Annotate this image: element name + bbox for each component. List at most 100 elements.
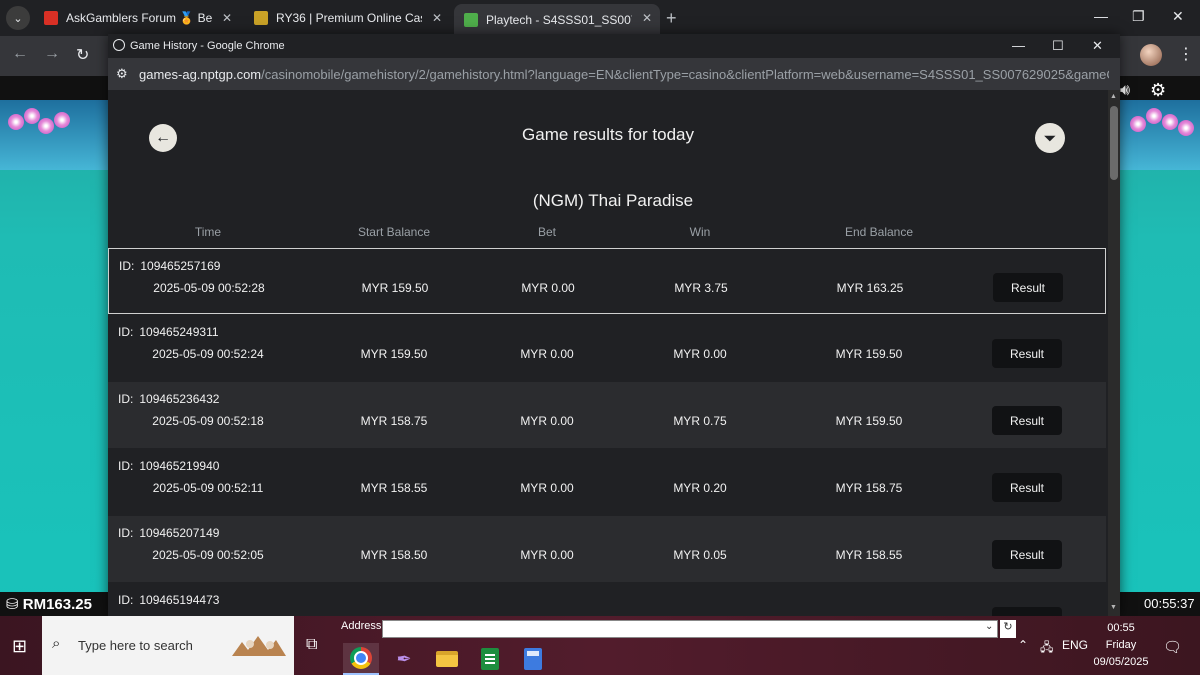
minimize-icon[interactable]: — <box>1094 8 1108 24</box>
column-header-end-balance: End Balance <box>844 225 914 239</box>
cell-start-balance: MYR 158.75 <box>360 414 428 428</box>
cell-win: MYR 0.75 <box>673 414 727 428</box>
taskbar-chrome[interactable] <box>343 643 379 675</box>
id-value: 109465236432 <box>139 392 220 406</box>
id-label: ID: <box>118 593 134 607</box>
popup-minimize-icon[interactable]: — <box>1012 38 1025 53</box>
taskbar-calculator[interactable] <box>515 643 551 675</box>
table-row[interactable]: ID: 109465257169 2025-05-09 00:52:28 MYR … <box>108 248 1106 314</box>
id-value: 109465207149 <box>139 526 220 540</box>
table-row[interactable]: ID: 109465194473 <box>108 583 1106 616</box>
popup-title-bar: Game History - Google Chrome — ☐ ✕ <box>108 34 1120 58</box>
close-icon[interactable]: ✕ <box>432 11 442 25</box>
cell-time: 2025-05-09 00:52:24 <box>152 347 264 361</box>
row-id: ID: 109465249311 <box>118 325 219 339</box>
row-id: ID: 109465207149 <box>118 526 219 540</box>
url-path: /casinomobile/gamehistory/2/gamehistory.… <box>261 67 1109 82</box>
table-row[interactable]: ID: 109465236432 2025-05-09 00:52:18 MYR … <box>108 382 1106 448</box>
tray-chevron-up-icon[interactable]: ⌃ <box>1018 638 1028 652</box>
menu-dots-icon[interactable]: ⋮ <box>1178 44 1194 64</box>
column-header-start-balance: Start Balance <box>357 225 431 239</box>
taskbar-file-explorer[interactable] <box>429 643 465 675</box>
profile-avatar[interactable] <box>1140 44 1162 66</box>
table-row[interactable]: ID: 109465207149 2025-05-09 00:52:05 MYR … <box>108 516 1106 582</box>
cell-start-balance: MYR 158.55 <box>360 481 428 495</box>
popup-url-bar[interactable]: ⚙ games-ag.nptgp.com/casinomobile/gamehi… <box>108 58 1120 90</box>
network-icon[interactable]: 🖧 <box>1040 638 1053 659</box>
site-settings-icon[interactable]: ⚙ <box>116 66 128 82</box>
cell-win: MYR 0.05 <box>673 548 727 562</box>
tab-label: Playtech - S4SSS01_SS00762903 <box>486 13 632 27</box>
clock-date: 09/05/2025 <box>1093 656 1149 668</box>
id-value: 109465219940 <box>139 459 220 473</box>
cell-bet: MYR 0.00 <box>520 347 574 361</box>
result-button[interactable] <box>992 607 1062 616</box>
column-header-bet: Bet <box>537 225 556 239</box>
taskbar-search-box[interactable]: ⌕ Type here to search <box>42 616 294 675</box>
address-toolbar-label: Address <box>341 620 382 632</box>
taskbar-clock[interactable]: 00:55 Friday 09/05/2025 <box>1088 620 1154 671</box>
column-header-win: Win <box>689 225 711 239</box>
popup-close-icon[interactable]: ✕ <box>1092 38 1103 54</box>
result-button[interactable]: Result <box>992 406 1062 435</box>
spreadsheet-icon <box>481 648 499 670</box>
scroll-down-arrow-icon[interactable]: ▼ <box>1110 604 1117 611</box>
taskbar-feather-app[interactable]: ✒ <box>386 643 422 675</box>
cell-end-balance: MYR 158.55 <box>835 548 903 562</box>
page-title: Game results for today <box>522 125 694 144</box>
new-tab-plus-icon[interactable]: + <box>666 8 677 29</box>
reload-icon[interactable]: ↻ <box>76 45 89 65</box>
chevron-down-icon[interactable]: ⌄ <box>985 621 993 632</box>
globe-icon <box>113 39 125 51</box>
game-history-content: ← Game results for today ⏷ (NGM) Thai Pa… <box>108 90 1108 616</box>
gear-icon[interactable]: ⚙ <box>1150 80 1166 101</box>
result-button[interactable]: Result <box>992 339 1062 368</box>
clock-day: Friday <box>1105 639 1137 651</box>
windows-start-icon[interactable]: ⊞ <box>12 636 27 657</box>
scroll-up-arrow-icon[interactable]: ▲ <box>1110 93 1117 100</box>
cell-end-balance: MYR 159.50 <box>835 347 903 361</box>
result-button[interactable]: Result <box>992 473 1062 502</box>
row-id: ID: 109465194473 <box>118 593 219 607</box>
restore-icon[interactable]: ❐ <box>1132 8 1145 25</box>
tab-askgamblers[interactable]: AskGamblers Forum 🏅 Best C ✕ <box>34 4 240 32</box>
askgamblers-favicon-icon <box>44 11 58 25</box>
search-highlight-illustration-icon <box>232 636 286 656</box>
tab-search-button[interactable]: ⌄ <box>6 6 30 30</box>
taskbar-spreadsheet[interactable] <box>472 643 508 675</box>
cell-time: 2025-05-09 00:52:05 <box>152 548 264 562</box>
tab-ry36[interactable]: RY36 | Premium Online Casino ✕ <box>244 4 450 32</box>
popup-scrollbar[interactable]: ▲ ▼ <box>1108 90 1120 616</box>
notification-icon[interactable]: 🗨 <box>1163 638 1182 656</box>
browser-tab-strip: ⌄ AskGamblers Forum 🏅 Best C ✕ RY36 | Pr… <box>0 0 1200 36</box>
feather-icon: ✒ <box>396 648 412 669</box>
cell-end-balance: MYR 159.50 <box>835 414 903 428</box>
task-view-icon[interactable]: ⧉ <box>306 636 317 654</box>
windows-taskbar: ⊞ ⌕ Type here to search ⧉ Address ⌄ ↻ ✒ … <box>0 616 1200 675</box>
result-button[interactable]: Result <box>992 540 1062 569</box>
row-id: ID: 109465236432 <box>118 392 219 406</box>
tab-label: RY36 | Premium Online Casino <box>276 11 422 25</box>
id-value: 109465194473 <box>139 593 220 607</box>
forward-arrow-icon[interactable]: → <box>44 45 60 63</box>
close-icon[interactable]: ✕ <box>642 11 652 25</box>
tab-playtech[interactable]: Playtech - S4SSS01_SS00762903 ✕ <box>454 4 660 36</box>
address-toolbar-input[interactable] <box>382 620 998 638</box>
scrollbar-thumb[interactable] <box>1110 106 1118 180</box>
cell-end-balance: MYR 158.75 <box>835 481 903 495</box>
filter-button[interactable]: ⏷ <box>1035 123 1065 153</box>
game-name: (NGM) Thai Paradise <box>532 191 694 210</box>
close-window-icon[interactable]: ✕ <box>1172 8 1184 25</box>
language-indicator[interactable]: ENG <box>1062 638 1088 652</box>
result-button[interactable]: Result <box>993 273 1063 302</box>
url-host: games-ag.nptgp.com <box>139 67 262 82</box>
volume-icon[interactable]: 🔊︎ <box>1120 82 1130 100</box>
popup-maximize-icon[interactable]: ☐ <box>1052 38 1064 54</box>
popup-url[interactable]: games-ag.nptgp.com/casinomobile/gamehist… <box>139 67 1109 82</box>
table-row[interactable]: ID: 109465249311 2025-05-09 00:52:24 MYR … <box>108 315 1106 381</box>
address-refresh-icon[interactable]: ↻ <box>1000 620 1016 638</box>
back-arrow-icon[interactable]: ← <box>12 45 28 63</box>
close-icon[interactable]: ✕ <box>222 11 232 25</box>
table-row[interactable]: ID: 109465219940 2025-05-09 00:52:11 MYR … <box>108 449 1106 515</box>
cell-bet: MYR 0.00 <box>520 481 574 495</box>
